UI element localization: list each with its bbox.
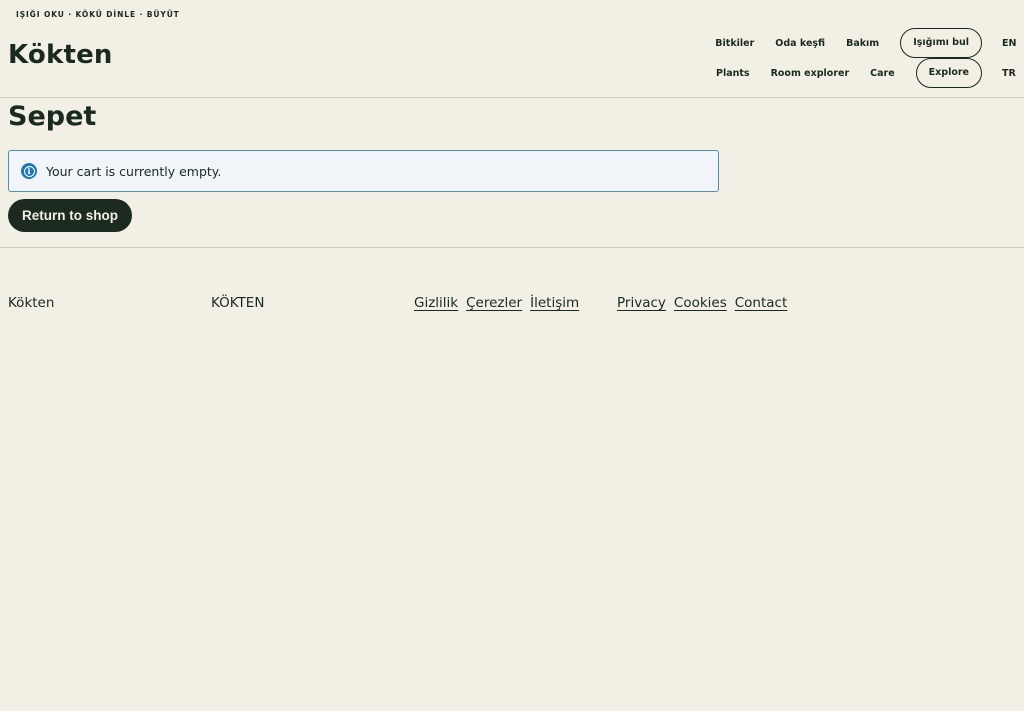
footer-links-english: Privacy Cookies Contact (617, 295, 795, 311)
nav-english: Plants Room explorer Care Explore TR (716, 58, 1016, 88)
tagline: IŞIĞI OKU · KÖKÜ DİNLE · BÜYÜT (16, 10, 180, 19)
footer-link-contact[interactable]: Contact (735, 295, 788, 311)
nav-link-care[interactable]: Care (870, 68, 895, 79)
header-divider (0, 97, 1024, 98)
footer-link-cookies[interactable]: Cookies (674, 295, 727, 311)
footer-links-turkish: Gizlilik Çerezler İletişim (414, 295, 587, 311)
notice-text: Your cart is currently empty. (46, 163, 222, 179)
nav-link-oda-kesfi[interactable]: Oda keşfi (775, 38, 825, 49)
nav-link-bakim[interactable]: Bakım (846, 38, 879, 49)
site-logo[interactable]: Kökten (8, 40, 113, 70)
nav-link-bitkiler[interactable]: Bitkiler (715, 38, 754, 49)
footer-link-gizlilik[interactable]: Gizlilik (414, 295, 458, 311)
lang-switch-en[interactable]: EN (1002, 38, 1016, 49)
nav-turkish: Bitkiler Oda keşfi Bakım Işığımı bul EN (715, 28, 1016, 58)
lang-switch-tr[interactable]: TR (1002, 68, 1016, 79)
footer-brand-caps: KÖKTEN (211, 295, 265, 311)
footer-link-privacy[interactable]: Privacy (617, 295, 666, 311)
footer-divider (0, 247, 1024, 248)
cart-empty-notice: i Your cart is currently empty. (8, 150, 719, 192)
info-icon: i (21, 163, 37, 179)
return-to-shop-button[interactable]: Return to shop (8, 199, 132, 232)
nav-pill-isigimi-bul[interactable]: Işığımı bul (900, 28, 982, 58)
nav-link-plants[interactable]: Plants (716, 68, 750, 79)
footer-brand: Kökten (8, 295, 55, 311)
footer-link-iletisim[interactable]: İletişim (530, 295, 579, 311)
nav-link-room-explorer[interactable]: Room explorer (771, 68, 850, 79)
page-title: Sepet (8, 101, 97, 132)
footer-link-cerezler[interactable]: Çerezler (466, 295, 522, 311)
nav-pill-explore[interactable]: Explore (915, 58, 982, 88)
